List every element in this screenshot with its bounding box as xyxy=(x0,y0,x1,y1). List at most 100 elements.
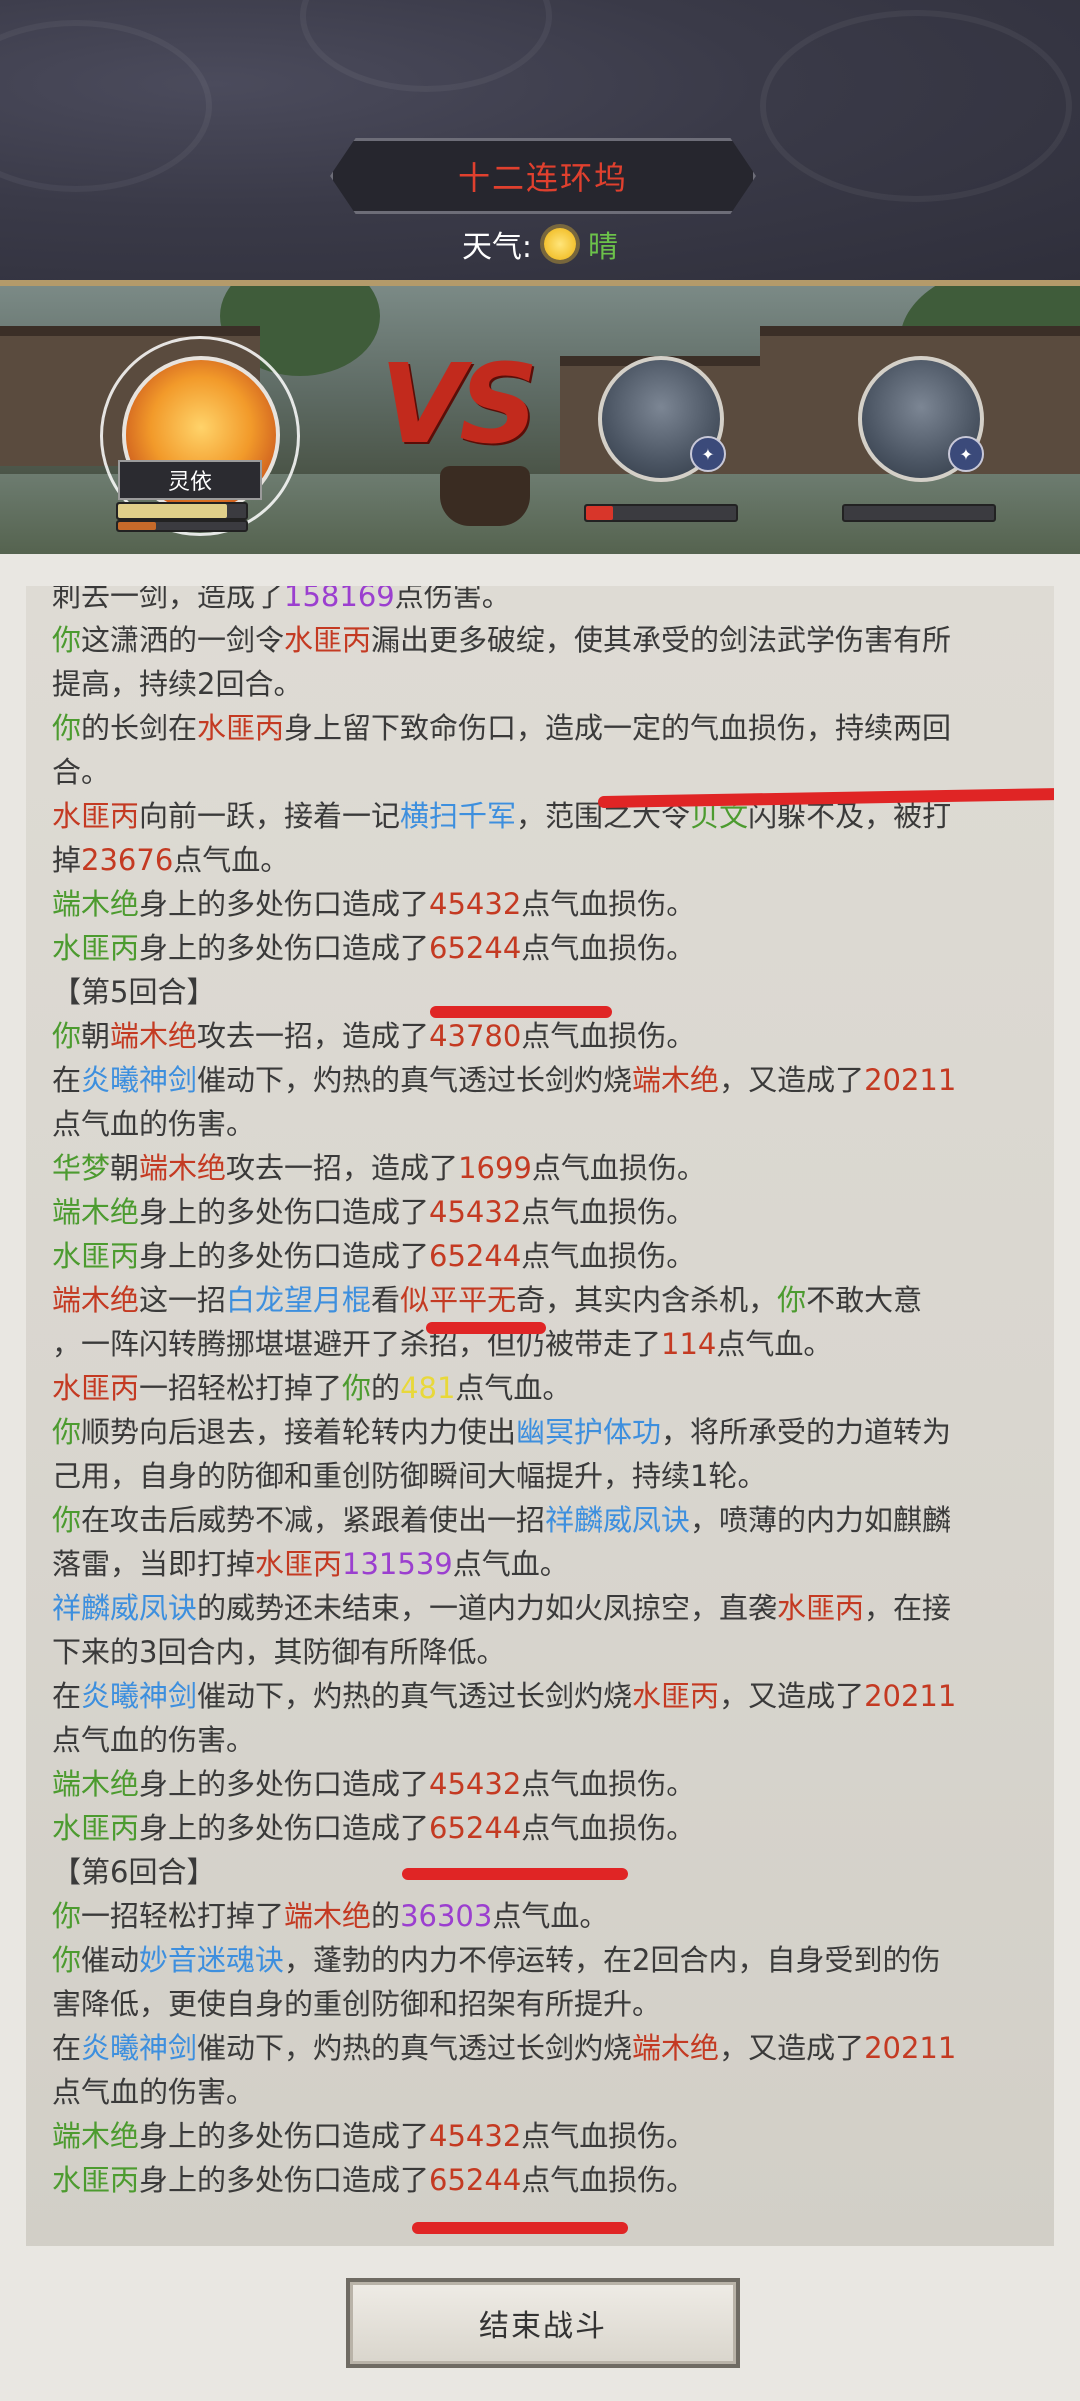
log-text-segment: 端木绝 xyxy=(52,887,140,921)
log-text-segment: 你 xyxy=(52,1899,82,1933)
log-text-segment: ，蓬勃的内力不停运转，在2回合内，自身受到的伤 xyxy=(284,1943,941,1977)
weather-label: 天气: xyxy=(461,230,533,265)
log-text-segment: 水匪丙 xyxy=(52,1811,140,1845)
log-text-segment: 身上的多处伤口造成了 xyxy=(139,1767,430,1801)
log-line: 你在攻击后威势不减，紧跟着使出一招祥麟威凤诀，喷薄的内力如麒麟 xyxy=(52,1498,1042,1542)
log-text-segment: 的 xyxy=(371,1899,401,1933)
enemy1-hp-bar xyxy=(584,504,738,522)
log-line: 点气血的伤害。 xyxy=(52,1718,1042,1762)
log-text-segment: 端木绝 xyxy=(52,1767,140,1801)
log-text-segment: 祥麟威凤诀 xyxy=(52,1591,198,1625)
log-text-segment: 点气血损伤。 xyxy=(521,1811,696,1845)
log-text-segment: 点伤害。 xyxy=(394,586,511,613)
location-title-plate: 十二连环坞 xyxy=(330,138,756,214)
log-text-segment: 合。 xyxy=(52,755,111,789)
log-text-segment: 水匪丙 xyxy=(255,1547,343,1581)
log-text-segment: 点气血的伤害。 xyxy=(52,1723,256,1757)
annotation-mark xyxy=(402,1868,628,1880)
log-text-segment: 横扫千军 xyxy=(400,799,517,833)
location-title: 十二连环坞 xyxy=(457,159,628,197)
log-text-segment: 点气血。 xyxy=(173,843,290,877)
log-text-segment: 白龙望月棍 xyxy=(226,1283,372,1317)
log-line: 害降低，更使自身的重创防御和招架有所提升。 xyxy=(52,1982,1042,2026)
log-text-segment: 你 xyxy=(52,1415,82,1449)
log-text-segment: ，一阵闪转腾挪堪堪避开了杀招，但仍被带走了 xyxy=(52,1327,662,1361)
annotation-mark xyxy=(412,2222,628,2234)
log-text-segment: 65244 xyxy=(429,1811,522,1845)
log-text-segment: 身上的多处伤口造成了 xyxy=(139,887,430,921)
log-text-segment: 45432 xyxy=(429,887,522,921)
log-text-segment: 身上的多处伤口造成了 xyxy=(139,2119,430,2153)
log-text-segment: 你 xyxy=(52,711,82,745)
log-text-segment: 水匪丙 xyxy=(52,1371,140,1405)
log-text-segment: 你 xyxy=(342,1371,372,1405)
log-text-segment: 36303 xyxy=(400,1899,493,1933)
boat xyxy=(440,466,530,526)
log-text-segment: 水匪丙 xyxy=(52,931,140,965)
log-text-segment: 刺去一剑，造成了 xyxy=(52,586,285,613)
log-line: 点气血的伤害。 xyxy=(52,1102,1042,1146)
log-line: 你催动妙音迷魂诀，蓬勃的内力不停运转，在2回合内，自身受到的伤 xyxy=(52,1938,1042,1982)
log-text-segment: 的 xyxy=(371,1371,401,1405)
log-text-segment: 下来的3回合内，其防御有所降低。 xyxy=(52,1635,506,1669)
log-text-segment: 的威势还未结束，一道内力如火凤掠空，直袭 xyxy=(197,1591,778,1625)
log-text-segment: 水匪丙 xyxy=(777,1591,865,1625)
log-text-segment: 祥麟威凤诀 xyxy=(545,1503,691,1537)
log-line: 水匪丙身上的多处伤口造成了65244点气血损伤。 xyxy=(52,926,1042,970)
log-text-segment: ，又造成了 xyxy=(719,1063,865,1097)
log-text-segment: 顺势向后退去，接着轮转内力使出 xyxy=(81,1415,517,1449)
log-text-segment: 端木绝 xyxy=(139,1151,227,1185)
log-text-segment: 65244 xyxy=(429,2163,522,2197)
enemy2-hp-bar xyxy=(842,504,996,522)
enemy-class-icon: ✦ xyxy=(948,436,984,472)
log-text-segment: 端木绝 xyxy=(52,2119,140,2153)
log-text-segment: 一招轻松打掉了 xyxy=(81,1899,285,1933)
log-text-segment: 你 xyxy=(52,1019,82,1053)
battle-log-panel[interactable]: 刺去一剑，造成了158169点伤害。 你这潇洒的一剑令水匪丙漏出更多破绽，使其承受… xyxy=(26,586,1054,2246)
log-text-segment: 在 xyxy=(52,2031,82,2065)
log-line: 你朝端木绝攻去一招，造成了43780点气血损伤。 xyxy=(52,1014,1042,1058)
player-energy-bar xyxy=(116,520,248,532)
log-text-segment: 妙音迷魂诀 xyxy=(139,1943,285,1977)
log-text-segment: 45432 xyxy=(429,1195,522,1229)
log-text-segment: 身上的多处伤口造成了 xyxy=(139,1195,430,1229)
log-line: 刺去一剑，造成了158169点伤害。 xyxy=(52,586,1042,618)
log-line: 点气血的伤害。 xyxy=(52,2070,1042,2114)
log-text-segment: 点气血损伤。 xyxy=(521,1767,696,1801)
log-text-segment: 朝 xyxy=(81,1019,111,1053)
log-text-segment: 点气血损伤。 xyxy=(521,1195,696,1229)
log-text-segment: 23676 xyxy=(81,843,174,877)
log-line: 水匪丙身上的多处伤口造成了65244点气血损伤。 xyxy=(52,1234,1042,1278)
battle-log-lines: 刺去一剑，造成了158169点伤害。 你这潇洒的一剑令水匪丙漏出更多破绽，使其承受… xyxy=(52,586,1042,2202)
log-text-segment: 这一招 xyxy=(139,1283,227,1317)
log-line: 你一招轻松打掉了端木绝的36303点气血。 xyxy=(52,1894,1042,1938)
log-text-segment: 20211 xyxy=(864,1063,957,1097)
log-text-segment: 身上的多处伤口造成了 xyxy=(139,1811,430,1845)
log-text-segment: 落雷，当即打掉 xyxy=(52,1547,256,1581)
log-text-segment: 身上留下致命伤口，造成一定的气血损伤，持续两回 xyxy=(284,711,952,745)
log-text-segment: 点气血。 xyxy=(716,1327,833,1361)
log-text-segment: 身上的多处伤口造成了 xyxy=(139,2163,430,2197)
log-text-segment: 炎曦神剑 xyxy=(81,1063,198,1097)
log-line: 华梦朝端木绝攻去一招，造成了1699点气血损伤。 xyxy=(52,1146,1042,1190)
log-line: 己用，自身的防御和重创防御瞬间大幅提升，持续1轮。 xyxy=(52,1454,1042,1498)
log-text-segment: 在攻击后威势不减，紧跟着使出一招 xyxy=(81,1503,546,1537)
log-text-segment: 你 xyxy=(52,623,82,657)
log-text-segment: 水匪丙 xyxy=(52,799,140,833)
log-text-segment: 点气血损伤。 xyxy=(521,2119,696,2153)
log-text-segment: 点气血的伤害。 xyxy=(52,2075,256,2109)
end-battle-button[interactable]: 结束战斗 xyxy=(346,2278,740,2368)
log-text-segment: 在 xyxy=(52,1679,82,1713)
log-text-segment: 20211 xyxy=(864,2031,957,2065)
log-text-segment: 20211 xyxy=(864,1679,957,1713)
log-text-segment: 158169 xyxy=(284,586,395,613)
log-text-segment: 华梦 xyxy=(52,1151,111,1185)
player-hp-bar xyxy=(116,502,248,520)
log-text-segment: 45432 xyxy=(429,2119,522,2153)
log-line: 水匪丙身上的多处伤口造成了65244点气血损伤。 xyxy=(52,2158,1042,2202)
sun-icon xyxy=(544,228,577,260)
log-text-segment: 65244 xyxy=(429,1239,522,1273)
log-line: 水匪丙身上的多处伤口造成了65244点气血损伤。 xyxy=(52,1806,1042,1850)
log-text-segment: 催动 xyxy=(81,1943,140,1977)
log-line: 在炎曦神剑催动下，灼热的真气透过长剑灼烧端木绝，又造成了20211 xyxy=(52,2026,1042,2070)
